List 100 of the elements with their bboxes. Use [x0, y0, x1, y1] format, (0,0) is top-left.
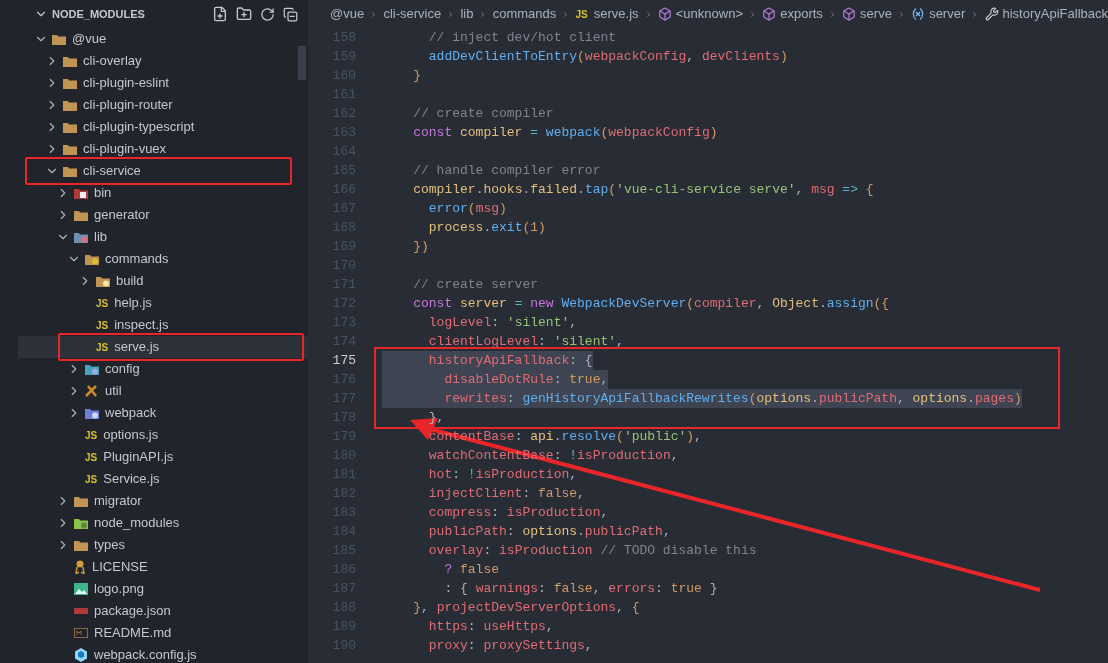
tree-item[interactable]: node_modules: [18, 512, 308, 534]
tree-item[interactable]: config: [18, 358, 308, 380]
folder-icon: [85, 253, 99, 265]
line-number: 175: [331, 351, 356, 370]
folder-icon: [74, 495, 88, 507]
code-line: hot: !isProduction,: [427, 465, 578, 484]
code-line: injectClient: false,: [427, 484, 585, 503]
refresh-icon[interactable]: [260, 6, 275, 22]
folder-icon: [85, 363, 99, 375]
breadcrumb-item[interactable]: <unknown>: [675, 4, 743, 24]
code-line: // create server: [412, 275, 539, 294]
tree-item[interactable]: @vue: [18, 28, 308, 50]
js-icon: JS: [85, 471, 98, 487]
breadcrumb-item[interactable]: exports: [780, 4, 823, 24]
tree-item[interactable]: LICENSE: [18, 556, 308, 578]
code-line: proxy: proxySettings,: [427, 636, 593, 655]
scrollbar-thumb[interactable]: [298, 46, 306, 80]
folder-icon: [74, 209, 88, 221]
folder-icon: [74, 187, 88, 199]
tree-item[interactable]: build: [18, 270, 308, 292]
collapse-all-icon[interactable]: [283, 6, 298, 22]
code-line: clientLogLevel: 'silent',: [427, 332, 624, 351]
tree-item[interactable]: cli-overlay: [18, 50, 308, 72]
image-icon: [74, 583, 88, 595]
tree-item[interactable]: README.md: [18, 622, 308, 644]
cube-icon: [74, 648, 88, 662]
folder-icon: [85, 407, 99, 419]
new-file-icon[interactable]: [212, 6, 228, 22]
tree-item[interactable]: util: [18, 380, 308, 402]
cube-icon: [762, 7, 777, 21]
tree-item[interactable]: logo.png: [18, 578, 308, 600]
explorer-title: NODE_MODULES: [52, 6, 145, 22]
tree-item[interactable]: webpack: [18, 402, 308, 424]
folder-icon: [52, 33, 66, 45]
tree-item[interactable]: JS options.js: [18, 424, 308, 446]
tree-item[interactable]: migrator: [18, 490, 308, 512]
breadcrumb-item[interactable]: commands: [492, 4, 557, 24]
code-line: }): [412, 237, 429, 256]
code-line: // create compiler: [412, 104, 554, 123]
tree-item[interactable]: cli-service: [18, 160, 308, 182]
tree-item[interactable]: JS inspect.js: [18, 314, 308, 336]
js-icon: JS: [96, 317, 109, 333]
breadcrumb-item[interactable]: cli-service: [383, 4, 442, 24]
code-line: }, projectDevServerOptions, {: [412, 598, 640, 617]
code-line: publicPath: options.publicPath,: [427, 522, 671, 541]
folder-icon: [74, 517, 88, 529]
breadcrumb-item[interactable]: serve: [860, 4, 892, 24]
code-line: }: [412, 66, 421, 85]
code-line: error(msg): [427, 199, 507, 218]
tree-item[interactable]: bin: [18, 182, 308, 204]
js-icon: JS: [85, 449, 98, 465]
cube-icon: [842, 7, 857, 21]
tree-item[interactable]: JS PluginAPI.js: [18, 446, 308, 468]
npm-icon: [74, 608, 88, 614]
ribbon-icon: [74, 560, 86, 574]
breadcrumb-item[interactable]: serve.js: [593, 4, 639, 24]
code-line: compiler.hooks.failed.tap('vue-cli-service serve', msg => {: [412, 180, 874, 199]
variable-icon: [911, 7, 926, 21]
code-line: // handle compiler error: [412, 161, 601, 180]
code-line: // inject dev/hot client: [427, 28, 617, 47]
tree-item[interactable]: lib: [18, 226, 308, 248]
folder-icon: [63, 99, 77, 111]
tree-item[interactable]: package.json: [18, 600, 308, 622]
breadcrumb-item[interactable]: lib: [460, 4, 474, 24]
breadcrumb-item[interactable]: server: [929, 4, 966, 24]
tree-item[interactable]: commands: [18, 248, 308, 270]
js-icon: JS: [96, 339, 109, 355]
cube-icon: [657, 7, 672, 21]
tree-item[interactable]: generator: [18, 204, 308, 226]
code-line: logLevel: 'silent',: [427, 313, 578, 332]
code-line: addDevClientToEntry(webpackConfig, devClients): [427, 47, 788, 66]
tree-item[interactable]: JS Service.js: [18, 468, 308, 490]
markdown-icon: [74, 628, 88, 638]
folder-icon: [74, 231, 88, 243]
code-line: process.exit(1): [427, 218, 546, 237]
folder-icon: [63, 143, 77, 155]
code-line: const compiler = webpack(webpackConfig): [412, 123, 718, 142]
tree-item[interactable]: webpack.config.js: [18, 644, 308, 663]
breadcrumb-item[interactable]: historyApiFallback: [1002, 4, 1108, 24]
code-line: overlay: isProduction // TODO disable this: [427, 541, 757, 560]
tree-item[interactable]: cli-plugin-typescript: [18, 116, 308, 138]
code-line: : { warnings: false, errors: true }: [443, 579, 718, 598]
js-icon: JS: [85, 427, 98, 443]
js-icon: JS: [575, 6, 588, 22]
tree-item[interactable]: cli-plugin-eslint: [18, 72, 308, 94]
code-line: https: useHttps,: [427, 617, 554, 636]
folder-icon: [63, 77, 77, 89]
tree-item[interactable]: cli-plugin-vuex: [18, 138, 308, 160]
tree-item[interactable]: JS serve.js: [18, 336, 308, 358]
tree-item[interactable]: JS help.js: [18, 292, 308, 314]
tree-item[interactable]: types: [18, 534, 308, 556]
folder-icon: [74, 539, 88, 551]
new-folder-icon[interactable]: [236, 6, 252, 22]
breadcrumb-item[interactable]: @vue: [330, 4, 365, 24]
folder-icon: [63, 165, 77, 177]
tree-item[interactable]: cli-plugin-router: [18, 94, 308, 116]
folder-icon: [96, 275, 110, 287]
js-icon: JS: [96, 295, 109, 311]
folder-icon: [63, 55, 77, 67]
tools-icon: [85, 385, 99, 397]
